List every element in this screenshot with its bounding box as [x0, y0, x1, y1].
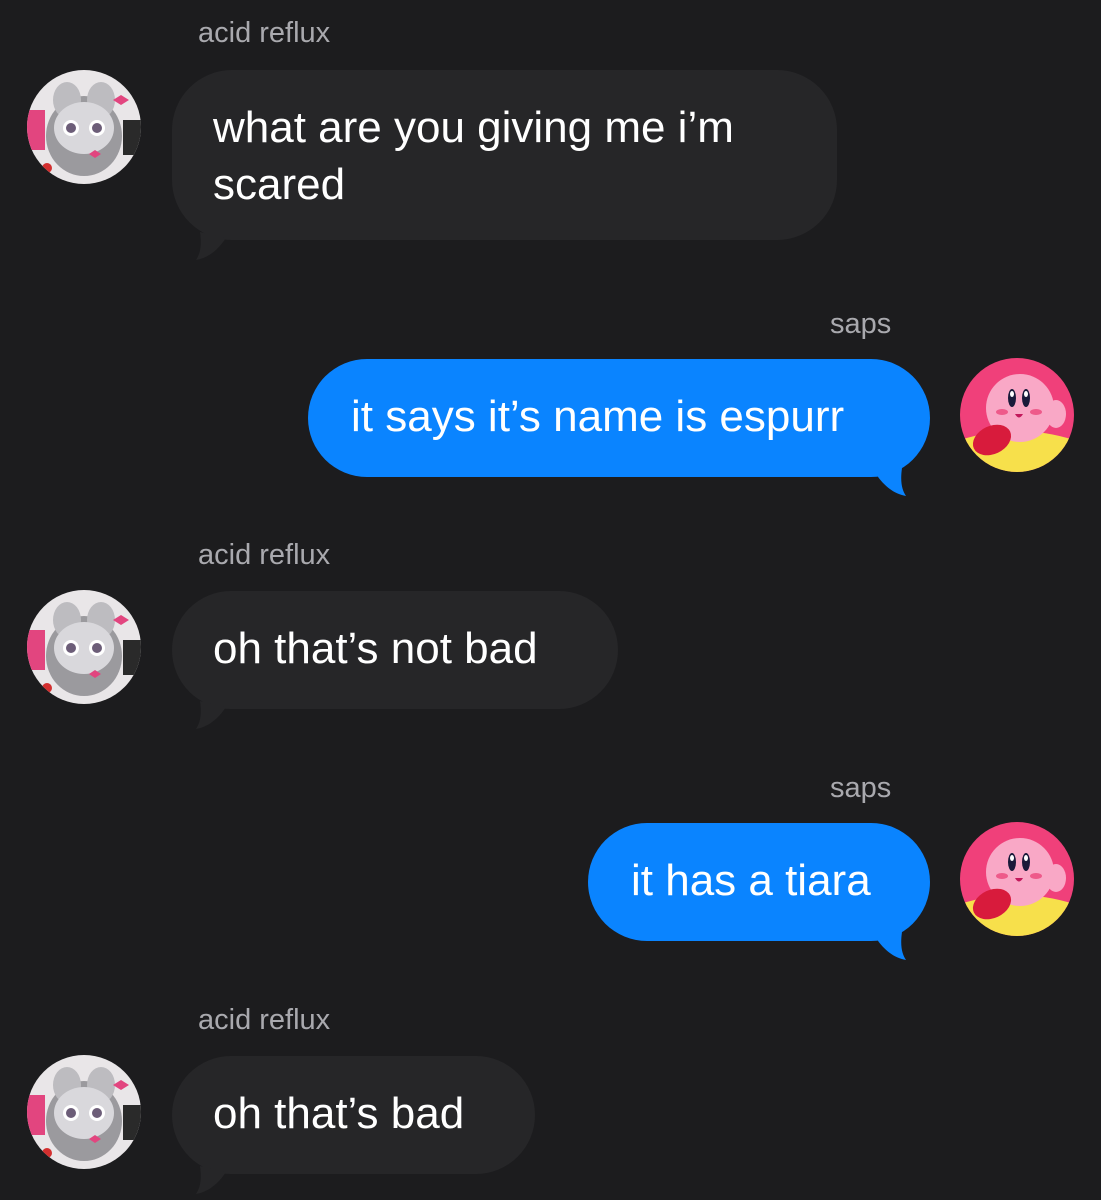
bubble-tail	[196, 1166, 226, 1194]
bubble-tail	[196, 701, 226, 729]
sender-name: saps	[830, 308, 892, 340]
message-bubble[interactable]: it has a tiara	[588, 823, 930, 941]
espurr-avatar-icon[interactable]	[27, 1055, 141, 1169]
sender-name: acid reflux	[198, 1004, 331, 1036]
espurr-avatar-icon[interactable]	[27, 590, 141, 704]
message-text: oh that’s bad	[213, 1089, 465, 1138]
message-bubble[interactable]: it says it’s name is espurr	[308, 359, 930, 477]
message-text: oh that’s not bad	[213, 624, 538, 673]
kirby-avatar-icon[interactable]	[960, 822, 1074, 936]
sender-name: saps	[830, 772, 892, 804]
message-bubble[interactable]: oh that’s bad	[172, 1056, 535, 1174]
kirby-avatar-icon[interactable]	[960, 358, 1074, 472]
message-text: it has a tiara	[631, 856, 871, 905]
sender-name: acid reflux	[198, 17, 331, 49]
message-bubble[interactable]: oh that’s not bad	[172, 591, 618, 709]
bubble-tail	[876, 468, 906, 496]
message-bubble[interactable]: what are you giving me i’m scared	[172, 70, 837, 240]
message-text: it says it’s name is espurr	[351, 392, 845, 441]
bubble-tail	[196, 232, 226, 260]
message-text: what are you giving me i’m scared	[213, 103, 734, 209]
bubble-tail	[876, 932, 906, 960]
sender-name: acid reflux	[198, 539, 331, 571]
espurr-avatar-icon[interactable]	[27, 70, 141, 184]
